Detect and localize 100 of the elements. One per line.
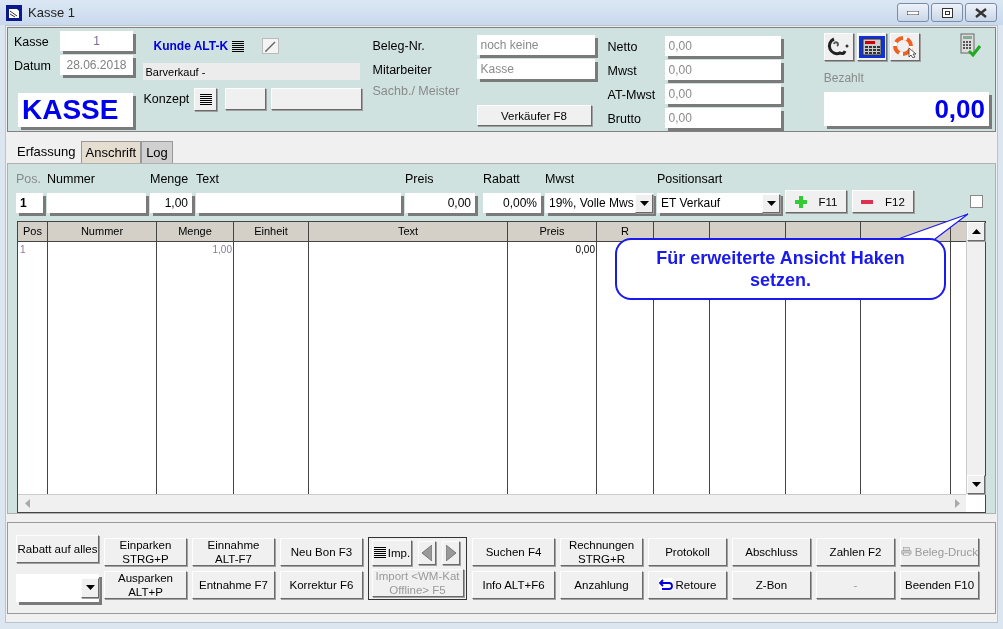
right-arrow-icon [446,544,456,561]
total-field[interactable]: 0,00 [664,36,781,57]
maximize-icon [941,7,953,18]
minimize-icon [907,10,919,15]
customer-button[interactable]: Kunde ALT-K [153,37,245,56]
toolbar-button[interactable]: Entnahme F7 [192,570,275,599]
add-button[interactable]: F11 [785,190,847,213]
info-field[interactable]: noch keine [476,35,595,56]
scroll-down-button[interactable] [967,475,985,494]
next-button[interactable] [442,540,460,565]
toolbar-button[interactable]: Protokoll [648,537,727,566]
close-button[interactable] [965,3,997,23]
right-arrow-icon [954,499,960,508]
customer-field[interactable]: Barverkauf - [143,63,361,81]
toolbar-button[interactable]: Suchen F4 [472,537,555,566]
select-field[interactable]: 19%, Volle Mws [545,193,653,213]
total-label: Brutto [607,112,641,127]
dropdown-arrow-icon [639,200,649,206]
total-label: Netto [607,40,638,55]
dropdown[interactable] [16,573,99,602]
import-button[interactable]: Imp. [372,539,412,566]
toolbar-button[interactable] [823,33,854,62]
table-cell-text: 1,00 [211,243,233,257]
cash-register-icon [858,36,885,59]
entry-label: Text [196,171,220,189]
total-field[interactable]: 0,00 [664,84,781,105]
field-label: Beleg-Nr. [372,39,425,54]
extended-view-checkbox[interactable] [970,195,983,208]
table-cell-text: 1 [19,243,27,257]
entry-field[interactable]: 0,00 [405,193,475,213]
toolbar-button[interactable]: Abschluss [732,537,811,566]
column-header[interactable]: Preis [508,222,597,241]
sachb-label: Sachb./ Meister [372,82,460,100]
toolbar-button[interactable]: Info ALT+F6 [472,570,555,599]
total-field[interactable]: 0,00 [664,108,781,129]
window-title: Kasse 1 [28,3,75,22]
help-button[interactable] [889,33,920,62]
toolbar-button[interactable]: Rechnungen STRG+R [560,537,643,566]
concept-field[interactable] [225,88,267,111]
list-icon [232,40,245,52]
toolbar-button[interactable]: Anzahlung [560,570,643,599]
calculator-check-icon [959,33,981,60]
entry-field[interactable]: 1 [16,193,43,213]
app-icon [6,4,22,21]
select-field[interactable]: ET Verkauf [657,193,780,213]
entry-field[interactable] [47,193,146,213]
toolbar-button[interactable]: Einnahme ALT-F7 [192,537,275,566]
maximize-button[interactable] [931,3,963,23]
entry-field[interactable]: 1,00 [150,193,192,213]
list-button[interactable] [194,87,218,111]
return-button[interactable]: Retoure [648,570,727,599]
column-header[interactable]: Text [309,222,508,241]
down-arrow-icon [971,482,981,487]
column-header[interactable]: Menge [157,222,234,241]
column-header[interactable]: Einheit [234,222,309,241]
toolbar-button[interactable]: Ausparken ALT+P [104,570,187,599]
tab[interactable]: Log [141,141,173,164]
remove-button[interactable]: F12 [852,190,914,213]
left-arrow-icon [422,544,432,561]
entry-field[interactable] [196,193,401,213]
column-header[interactable]: Nummer [48,222,157,241]
toolbar-button[interactable]: Korrektur F6 [280,570,363,599]
left-arrow-icon [24,499,30,508]
concept-field[interactable] [271,88,363,111]
seller-button[interactable]: Verkäufer F8 [476,105,592,127]
bezahlt-label: Bezahlt [823,70,865,88]
info-field[interactable]: Kasse [476,59,595,80]
entry-label: Menge [150,171,190,189]
edit-button[interactable] [262,38,280,55]
printer-icon [901,544,912,559]
toolbar-button[interactable]: Z-Bon [732,570,811,599]
previous-button[interactable] [418,540,436,565]
toolbar-button[interactable] [856,33,887,62]
tab[interactable]: Anschrift [80,141,142,164]
total-label: Mwst [607,64,637,79]
mode-display: KASSE [18,93,133,128]
scroll-up-button[interactable] [967,222,985,241]
register-number-field[interactable]: 1 [60,31,133,52]
entry-field[interactable]: 0,00% [483,193,541,213]
toolbar-button[interactable]: Einparken STRG+P [104,537,187,566]
total-field[interactable]: 0,00 [664,60,781,81]
total-label: AT-Mwst [607,88,656,103]
entry-label: Mwst [545,171,576,189]
dropdown-arrow-icon [85,585,95,590]
toolbar-button[interactable]: Neu Bon F3 [280,537,363,566]
toolbar-button[interactable]: Rabatt auf alles [16,534,99,563]
date-field[interactable]: 28.06.2018 [60,55,133,76]
field-label: Mitarbeiter [372,63,432,78]
paid-amount-field[interactable]: 0,00 [823,92,989,127]
toolbar-button[interactable]: Beenden F10 [900,570,979,599]
entry-label: Rabatt [483,171,521,189]
toolbar-button[interactable]: Zahlen F2 [816,537,895,566]
up-arrow-icon [971,229,981,234]
table-cell-text: 0,00 [574,243,596,257]
column-header[interactable]: Pos [18,222,48,241]
entry-label: Positionsart [657,171,724,189]
datum-label: Datum [14,59,51,74]
plus-icon [794,195,807,208]
return-arrow-icon [658,578,673,591]
kasse-label: Kasse [14,35,49,50]
